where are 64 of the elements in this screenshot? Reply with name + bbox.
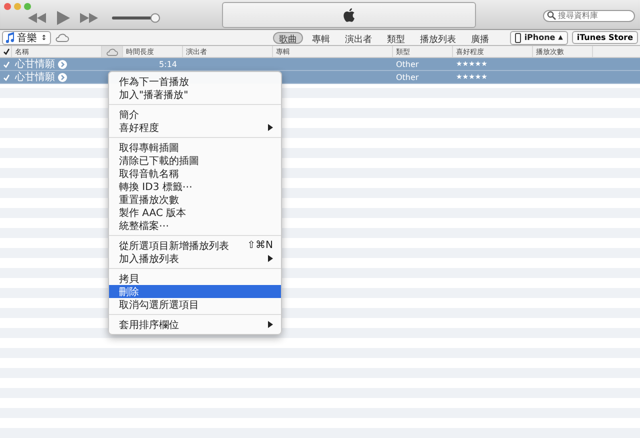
menu-item[interactable]: 喜好程度	[109, 121, 281, 134]
search-icon	[547, 11, 556, 20]
menu-label: 取得專輯插圖	[119, 142, 180, 154]
shortcut-label: ⇧⌘N	[247, 240, 273, 251]
search-field[interactable]: 搜尋資料庫	[543, 10, 635, 22]
menu-label: 加入"播著播放"	[119, 88, 190, 102]
minimize-button[interactable]	[14, 3, 21, 10]
menu-item[interactable]: 清除已下載的插圖	[109, 154, 281, 167]
menu-item[interactable]: 拷貝	[109, 272, 281, 285]
view-tab[interactable]: 演出者	[338, 32, 378, 44]
zoom-button[interactable]	[24, 3, 31, 10]
fast-forward-icon[interactable]	[80, 12, 98, 22]
store-button[interactable]: iTunes Store	[572, 31, 638, 44]
menu-label: 刪除	[119, 286, 140, 298]
close-button[interactable]	[4, 3, 11, 10]
menu-item[interactable]: 重置播放次數	[109, 193, 281, 206]
checkbox[interactable]	[3, 74, 10, 80]
menu-item[interactable]: 套用排序欄位	[109, 318, 281, 331]
view-tab[interactable]: 專輯	[306, 32, 336, 44]
menu-label: 拷貝	[119, 272, 140, 286]
checkmark-icon	[3, 48, 10, 55]
menu-label: 喜好程度	[119, 122, 160, 134]
table-cell-text: 心甘情願	[15, 58, 55, 71]
menu-item[interactable]: 取得專輯插圖	[109, 141, 281, 154]
view-tab[interactable]: 歌曲	[272, 32, 303, 44]
table-cell: Other	[396, 72, 419, 82]
menu-item[interactable]: 製作 AAC 版本	[109, 206, 281, 219]
menu-label: 轉換 ID3 標籤⋯	[119, 180, 194, 194]
view-tab[interactable]: 廣播	[464, 32, 495, 44]
rewind-icon[interactable]	[28, 12, 46, 22]
menu-label: 取消勾選所選項目	[119, 298, 200, 312]
menu-item[interactable]: 簡介	[109, 108, 281, 121]
menu-item[interactable]: 加入播放列表	[109, 252, 281, 265]
menu-label: 簡介	[119, 108, 140, 122]
menu-item[interactable]: 統整檔案⋯	[109, 219, 281, 232]
cloud-icon[interactable]	[54, 33, 69, 42]
table-cell: 5:14	[159, 60, 177, 68]
table-cell-text: 心甘情願	[15, 70, 55, 84]
phone-icon	[515, 32, 522, 42]
table-cell: Other	[396, 60, 419, 68]
menu-item[interactable]: 從所選項目新增播放列表 ⇧⌘N	[109, 239, 281, 252]
menu-item[interactable]: 刪除	[109, 285, 281, 298]
menu-item[interactable]: 加入"播著播放"	[109, 88, 281, 101]
view-tab[interactable]: 類型	[380, 32, 411, 44]
menu-label: 統整檔案⋯	[119, 220, 170, 232]
apple-logo-icon	[343, 8, 355, 22]
arrow-circle-icon[interactable]	[58, 60, 67, 68]
play-icon[interactable]	[56, 10, 70, 24]
arrow-circle-icon[interactable]	[58, 72, 67, 82]
music-note-icon	[6, 32, 15, 43]
menu-label: 套用排序欄位	[119, 318, 180, 332]
cloud-icon[interactable]	[106, 48, 118, 56]
menu-label: 重置播放次數	[119, 194, 180, 206]
volume-slider[interactable]	[112, 12, 160, 22]
menu-label: 從所選項目新增播放列表	[119, 240, 230, 252]
menu-item[interactable]: 轉換 ID3 標籤⋯	[109, 180, 281, 193]
checkbox[interactable]	[3, 60, 10, 68]
menu-item[interactable]: 取消勾選所選項目	[109, 298, 281, 311]
menu-label: 清除已下載的插圖	[119, 154, 200, 168]
view-tab[interactable]: 播放列表	[414, 32, 462, 44]
menu-item[interactable]: 取得音軌名稱	[109, 167, 281, 180]
menu-label: 取得音軌名稱	[119, 168, 180, 180]
menu-label: 製作 AAC 版本	[119, 206, 188, 220]
menu-label: 加入播放列表	[119, 252, 180, 266]
